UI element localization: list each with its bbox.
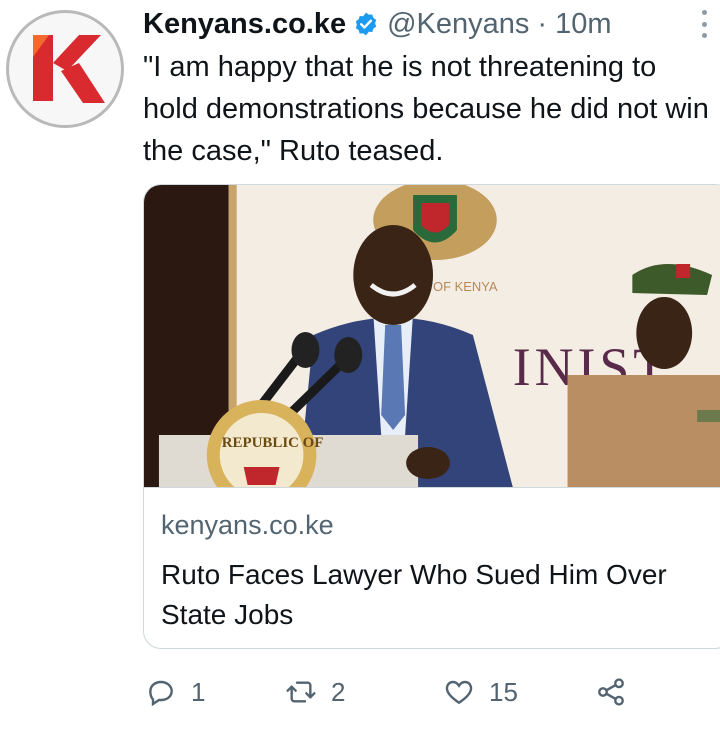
card-title[interactable]: Ruto Faces Lawyer Who Sued Him Over Stat… [161,555,720,635]
more-options-icon[interactable] [694,10,714,38]
avatar[interactable] [6,10,124,128]
reply-count: 1 [191,676,206,707]
kenyans-logo-icon [33,35,105,103]
like-button[interactable]: 15 [443,670,518,714]
tweet-actions: 1 2 15 [145,670,645,714]
heart-icon [445,680,473,705]
tweet-header: Kenyans.co.ke @Kenyans · 10m [143,4,680,44]
account-name[interactable]: Kenyans.co.ke [143,8,346,41]
verified-badge-icon [355,12,377,36]
retweet-button[interactable]: 2 [285,670,345,714]
tweet-text: "I am happy that he is not threatening t… [143,51,709,167]
svg-text:REPUBLIC OF: REPUBLIC OF [222,435,324,451]
retweet-count: 2 [331,676,346,707]
link-card[interactable]: OF KENYA INIST REPUBLIC OF kenyans.co.ke… [143,184,720,649]
card-meta: kenyans.co.ke Ruto Faces Lawyer Who Sued… [161,507,720,635]
like-count: 15 [489,676,518,707]
reply-button[interactable]: 1 [145,670,205,714]
card-domain: kenyans.co.ke [161,510,334,540]
share-icon [598,678,624,706]
svg-text:OF KENYA: OF KENYA [433,279,498,294]
separator-dot: · [537,7,548,40]
reply-icon [149,680,173,707]
retweet-icon [286,681,316,703]
article-thumbnail-image: OF KENYA INIST REPUBLIC OF [144,185,720,488]
tweet-timestamp[interactable]: 10m [555,8,611,41]
share-button[interactable] [595,670,627,714]
account-handle[interactable]: @Kenyans [387,8,529,41]
